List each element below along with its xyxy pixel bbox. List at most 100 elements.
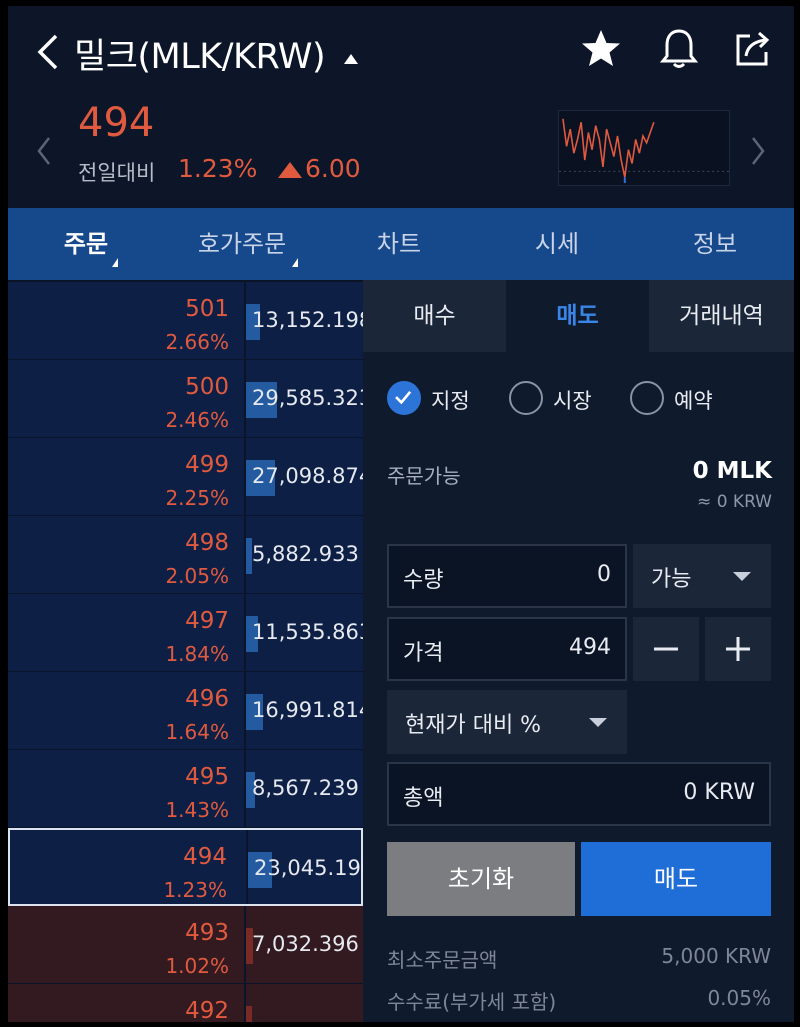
fee-label: 수수료(부가세 포함) xyxy=(387,990,557,1014)
chevron-down-icon xyxy=(733,572,751,581)
order-panel: 매수 매도 거래내역 지정 시장 예약 주문가능 0 MLK ≈ 0 KRW 수… xyxy=(363,280,794,1022)
title-dropdown-caret-icon[interactable] xyxy=(344,54,358,64)
chevron-left-icon[interactable] xyxy=(34,134,54,168)
orderbook-price[interactable]: 496 xyxy=(185,686,229,712)
tab-quotes[interactable]: 시세 xyxy=(478,208,636,280)
tab-buy[interactable]: 매수 xyxy=(363,280,506,352)
order-panel-tabs: 매수 매도 거래내역 xyxy=(363,280,794,352)
orderbook-price[interactable]: 494 xyxy=(183,844,227,870)
total-value[interactable]: 0 KRW xyxy=(683,780,755,805)
orderbook-quantity[interactable]: 13,152.198 xyxy=(252,308,363,332)
market-order-radio[interactable] xyxy=(509,381,543,415)
orderbook-quantity[interactable]: 7,032.396 xyxy=(252,932,359,956)
available-krw: ≈ 0 KRW xyxy=(697,492,772,512)
orderbook-price[interactable]: 495 xyxy=(185,764,229,790)
app-window: 밀크(MLK/KRW) 494 전일대비 1.23% 6.00 주문 호가주문 … xyxy=(8,6,794,1022)
orderbook-row[interactable]: 496 1.64% 16,991.814 xyxy=(8,672,363,750)
orderbook-price[interactable]: 500 xyxy=(185,374,229,400)
chevron-down-icon xyxy=(589,718,607,727)
orderbook-percent: 2.66% xyxy=(165,330,229,354)
orderbook-row[interactable]: 500 2.46% 29,585.323 xyxy=(8,360,363,438)
tab-chart-label: 차트 xyxy=(376,230,422,258)
order-type-group: 지정 시장 예약 xyxy=(387,381,787,417)
orderbook-row[interactable]: 493 1.02% 7,032.396 xyxy=(8,906,363,984)
reserved-order-label[interactable]: 예약 xyxy=(674,385,713,415)
orderbook-row[interactable]: 492 xyxy=(8,984,363,1022)
up-triangle-icon xyxy=(278,162,302,178)
available-label: 주문가능 xyxy=(387,464,461,488)
quantity-select[interactable]: 가능 xyxy=(633,544,771,608)
tab-sell[interactable]: 매도 xyxy=(506,280,649,352)
check-icon xyxy=(395,390,412,405)
limit-order-label[interactable]: 지정 xyxy=(431,385,470,415)
orderbook-row[interactable]: 498 2.05% 5,882.933 xyxy=(8,516,363,594)
orderbook-quantity[interactable]: 27,098.874 xyxy=(252,464,363,488)
min-order-row: 최소주문금액 5,000 KRW xyxy=(387,944,771,973)
total-label: 총액 xyxy=(403,786,444,811)
price-field[interactable]: 가격 494 xyxy=(387,617,627,681)
tab-quotes-label: 시세 xyxy=(534,230,580,258)
back-arrow-icon[interactable] xyxy=(34,32,64,72)
sparkline-line xyxy=(562,118,655,178)
orderbook-row-current[interactable]: 494 1.23% 23,045.190 xyxy=(8,828,363,906)
reset-button[interactable]: 초기화 xyxy=(387,842,575,916)
orderbook-price[interactable]: 492 xyxy=(185,998,229,1022)
orderbook-percent: 2.05% xyxy=(165,564,229,588)
tab-orderbook-order-caret-icon xyxy=(292,258,298,267)
total-field[interactable]: 총액 0 KRW xyxy=(387,762,771,826)
orderbook-price[interactable]: 501 xyxy=(185,296,229,322)
tab-orderbook-order-label: 호가주문 xyxy=(197,230,287,258)
orderbook-row[interactable]: 495 1.43% 8,567.239 xyxy=(8,750,363,828)
available-value: 0 MLK xyxy=(692,458,772,484)
orderbook-price[interactable]: 498 xyxy=(185,530,229,556)
price-value[interactable]: 494 xyxy=(569,635,611,660)
orderbook-price[interactable]: 497 xyxy=(185,608,229,634)
tab-order[interactable]: 주문 xyxy=(8,208,164,280)
percent-select-label: 현재가 대비 % xyxy=(405,713,542,738)
orderbook-row[interactable]: 497 1.84% 11,535.863 xyxy=(8,594,363,672)
orderbook-price[interactable]: 493 xyxy=(185,920,229,946)
orderbook-percent: 1.23% xyxy=(163,878,227,902)
orderbook-price[interactable]: 499 xyxy=(185,452,229,478)
min-order-label: 최소주문금액 xyxy=(387,948,498,972)
orderbook-quantity[interactable]: 29,585.323 xyxy=(252,386,363,410)
percent-select[interactable]: 현재가 대비 % xyxy=(387,690,627,754)
change-label: 전일대비 xyxy=(78,161,156,185)
orderbook-quantity[interactable]: 23,045.190 xyxy=(254,856,363,880)
orderbook-quantity[interactable]: 5,882.933 xyxy=(252,542,359,566)
chevron-right-icon[interactable] xyxy=(748,134,768,168)
coin-title[interactable]: 밀크(MLK/KRW) xyxy=(74,28,326,79)
orderbook-row[interactable]: 501 2.66% 13,152.198 xyxy=(8,282,363,360)
price-stepper xyxy=(633,617,771,681)
main-tabs: 주문 호가주문 차트 시세 정보 xyxy=(8,208,794,280)
share-icon[interactable] xyxy=(730,26,776,72)
change-percent: 1.23% xyxy=(178,154,258,183)
limit-order-radio[interactable] xyxy=(387,381,421,415)
sell-button[interactable]: 매도 xyxy=(581,842,771,916)
price-increase-button[interactable] xyxy=(705,617,771,681)
price-sparkline[interactable] xyxy=(558,110,730,186)
bell-icon[interactable] xyxy=(656,26,702,72)
orderbook-quantity[interactable]: 16,991.814 xyxy=(252,698,363,722)
quantity-value[interactable]: 0 xyxy=(597,562,611,587)
orderbook-row[interactable]: 499 2.25% 27,098.874 xyxy=(8,438,363,516)
tab-chart[interactable]: 차트 xyxy=(320,208,478,280)
order-book: 501 2.66% 13,152.198 500 2.46% 29,585.323 499 2… xyxy=(8,280,363,1022)
star-icon[interactable] xyxy=(578,26,624,72)
orderbook-percent: 2.25% xyxy=(165,486,229,510)
quantity-field[interactable]: 수량 0 xyxy=(387,544,627,608)
market-order-label[interactable]: 시장 xyxy=(553,385,592,415)
reserved-order-radio[interactable] xyxy=(630,381,664,415)
orderbook-quantity[interactable]: 8,567.239 xyxy=(252,776,359,800)
quantity-select-label: 가능 xyxy=(651,567,692,592)
change-value: 6.00 xyxy=(305,154,361,183)
orderbook-quantity[interactable]: 11,535.863 xyxy=(252,620,363,644)
tab-trade-history[interactable]: 거래내역 xyxy=(649,280,794,352)
tab-orderbook-order[interactable]: 호가주문 xyxy=(164,208,320,280)
fee-row: 수수료(부가세 포함) 0.05% xyxy=(387,986,771,1015)
tab-info[interactable]: 정보 xyxy=(636,208,794,280)
fee-value: 0.05% xyxy=(707,986,771,1010)
price-decrease-button[interactable] xyxy=(633,617,699,681)
current-price: 494 xyxy=(78,100,155,146)
tab-order-label: 주문 xyxy=(63,230,109,258)
